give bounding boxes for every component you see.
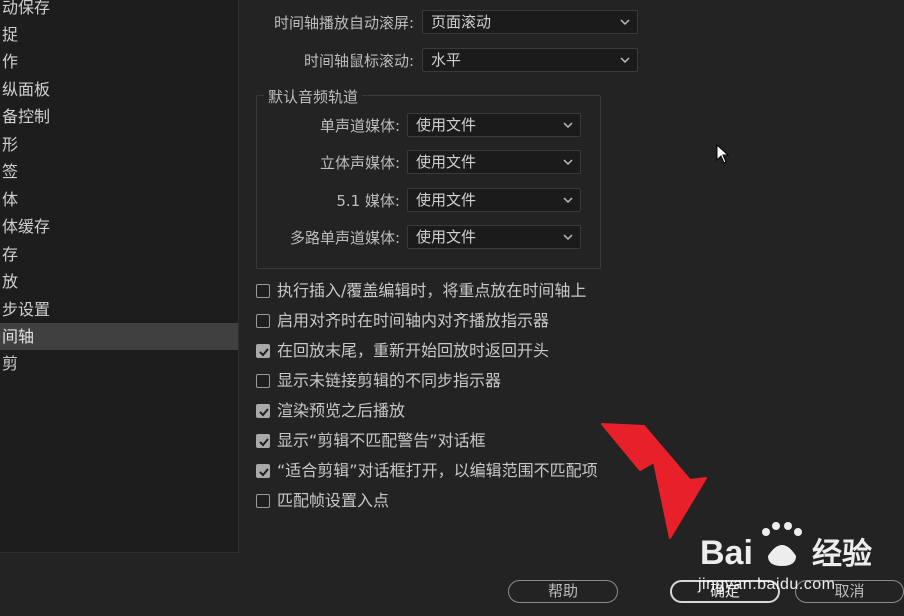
- sidebar-item-label: 存: [2, 245, 19, 264]
- chevron-down-icon: [620, 19, 630, 26]
- sidebar-item-sync-settings[interactable]: 步设置: [0, 296, 238, 323]
- sidebar-item-label: 纵面板: [2, 80, 51, 99]
- baidu-logo-icon: Bai 经验: [700, 522, 872, 572]
- mousescroll-value: 水平: [431, 51, 462, 69]
- checkbox-label: 匹配帧设置入点: [277, 491, 390, 510]
- sidebar-item-label: 步设置: [2, 300, 51, 319]
- checkbox[interactable]: [256, 494, 270, 508]
- mono-media-value: 使用文件: [416, 116, 477, 134]
- sidebar-item-label: 作: [2, 52, 19, 71]
- sidebar-item-device-control[interactable]: 备控制: [0, 103, 238, 130]
- sidebar-item-collaboration[interactable]: 作: [0, 48, 238, 75]
- chevron-down-icon: [563, 159, 573, 166]
- sidebar-item-playback[interactable]: 放: [0, 268, 238, 295]
- sidebar-item-memory[interactable]: 存: [0, 241, 238, 268]
- checkbox-label: “适合剪辑”对话框打开，以编辑范围不匹配项: [277, 461, 598, 480]
- checkbox[interactable]: [256, 314, 270, 328]
- sidebar-item-label: 动保存: [2, 0, 51, 17]
- autoscroll-select[interactable]: 页面滚动: [422, 10, 638, 34]
- checkmark-icon: [259, 348, 269, 357]
- autoscroll-label: 时间轴播放自动滚屏:: [273, 14, 414, 32]
- sidebar-item-label: 捉: [2, 25, 19, 44]
- checkbox[interactable]: [256, 434, 270, 448]
- sidebar-item-label: 备控制: [2, 107, 51, 126]
- multichannel-mono-value: 使用文件: [416, 228, 477, 246]
- sidebar-item-control-surface[interactable]: 纵面板: [0, 76, 238, 103]
- stereo-media-select[interactable]: 使用文件: [407, 150, 581, 174]
- sidebar-item-media-cache[interactable]: 体缓存: [0, 213, 238, 240]
- checkmark-icon: [259, 408, 269, 417]
- sidebar-item-label: 剪: [2, 354, 19, 373]
- sidebar-item-graphics[interactable]: 形: [0, 131, 238, 158]
- chevron-down-icon: [620, 57, 630, 64]
- checkbox[interactable]: [256, 464, 270, 478]
- logo-lettering: 经验: [812, 537, 872, 572]
- sidebar-item-label: 体: [2, 190, 19, 209]
- checkmark-icon: [259, 438, 269, 447]
- checkbox-label: 显示未链接剪辑的不同步指示器: [277, 371, 502, 390]
- checkbox[interactable]: [256, 374, 270, 388]
- sidebar-item-label: 间轴: [2, 327, 35, 346]
- mono-media-label: 单声道媒体:: [319, 117, 400, 135]
- stereo-media-label: 立体声媒体:: [319, 154, 400, 172]
- mousescroll-select[interactable]: 水平: [422, 48, 638, 72]
- surround-media-select[interactable]: 使用文件: [407, 188, 581, 212]
- mousescroll-label: 时间轴鼠标滚动:: [303, 52, 414, 70]
- sidebar-item-autosave[interactable]: 动保存: [0, 0, 238, 21]
- mono-media-select[interactable]: 使用文件: [407, 113, 581, 137]
- sidebar-item-media[interactable]: 体: [0, 186, 238, 213]
- watermark-url: jingyan.baidu.com: [698, 576, 836, 593]
- checkmark-icon: [259, 468, 269, 477]
- checkbox[interactable]: [256, 344, 270, 358]
- sidebar-item-timeline[interactable]: 间轴: [0, 323, 238, 350]
- preferences-sidebar: 动保存 捉 作 纵面板 备控制 形 签 体 体缓存 存 放 步设置 间轴 剪: [0, 0, 239, 553]
- stereo-media-value: 使用文件: [416, 153, 477, 171]
- sidebar-item-label: 放: [2, 272, 19, 291]
- checkbox-label: 渲染预览之后播放: [277, 401, 406, 420]
- checkbox[interactable]: [256, 404, 270, 418]
- chevron-down-icon: [563, 122, 573, 129]
- chevron-down-icon: [563, 197, 573, 204]
- default-audio-tracks-title: 默认音频轨道: [264, 86, 363, 107]
- surround-media-label: 5.1 媒体:: [336, 192, 400, 210]
- sidebar-item-label: 形: [2, 135, 19, 154]
- sidebar-item-labels[interactable]: 签: [0, 158, 238, 185]
- checkbox-label: 显示“剪辑不匹配警告”对话框: [277, 431, 486, 450]
- sidebar-item-trim[interactable]: 剪: [0, 350, 238, 377]
- surround-media-value: 使用文件: [416, 191, 477, 209]
- checkbox[interactable]: [256, 284, 270, 298]
- chevron-down-icon: [563, 234, 573, 241]
- sidebar-item-label: 体缓存: [2, 217, 51, 236]
- multichannel-mono-label: 多路单声道媒体:: [289, 229, 400, 247]
- checkbox-label: 在回放末尾，重新开始回放时返回开头: [277, 341, 550, 360]
- baidu-jingyan-watermark: Bai 经验 jingyan.baidu.com: [698, 516, 900, 602]
- help-button[interactable]: 帮助: [508, 580, 618, 603]
- checkbox-label: 启用对齐时在时间轴内对齐播放指示器: [277, 311, 550, 330]
- sidebar-item-label: 签: [2, 162, 19, 181]
- autoscroll-value: 页面滚动: [431, 13, 492, 31]
- mouse-pointer-icon: [716, 144, 730, 164]
- checkbox-label: 执行插入/覆盖编辑时，将重点放在时间轴上: [277, 281, 587, 300]
- sidebar-item-capture[interactable]: 捉: [0, 21, 238, 48]
- logo-lettering: Bai: [700, 534, 753, 572]
- multichannel-mono-select[interactable]: 使用文件: [407, 225, 581, 249]
